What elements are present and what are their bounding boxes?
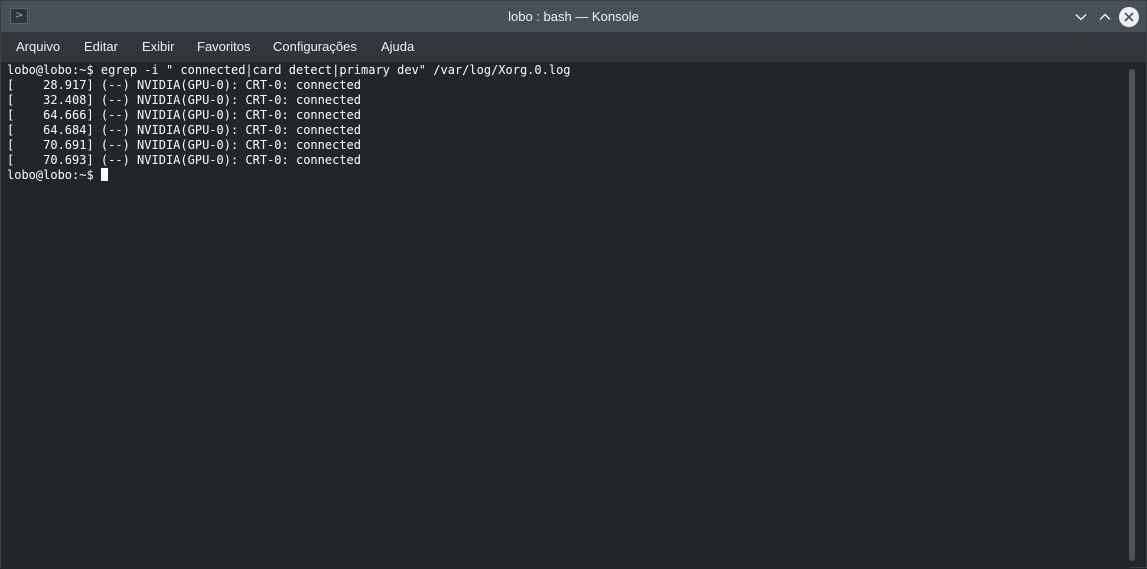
- menu-bar: Arquivo Editar Exibir Favoritos Configur…: [1, 32, 1146, 62]
- close-icon: [1124, 12, 1134, 22]
- menu-arquivo[interactable]: Arquivo: [10, 32, 66, 62]
- menu-editar[interactable]: Editar: [78, 32, 124, 62]
- terminal-prompt-line[interactable]: lobo@lobo:~$: [7, 168, 1130, 183]
- text-cursor: [100, 168, 108, 181]
- terminal-line: [ 32.408] (--) NVIDIA(GPU-0): CRT-0: con…: [7, 93, 362, 107]
- title-bar[interactable]: > lobo : bash — Konsole: [1, 1, 1146, 32]
- terminal-prompt: lobo@lobo:~$: [7, 168, 94, 182]
- terminal-line: lobo@lobo:~$ egrep -i " connected|card d…: [7, 63, 571, 77]
- chevron-up-icon: [1099, 13, 1111, 20]
- minimize-button[interactable]: [1071, 7, 1091, 27]
- terminal-line: [ 28.917] (--) NVIDIA(GPU-0): CRT-0: con…: [7, 78, 362, 92]
- window-title: lobo : bash — Konsole: [508, 9, 639, 24]
- menu-ajuda[interactable]: Ajuda: [375, 32, 420, 62]
- terminal-line: [ 64.684] (--) NVIDIA(GPU-0): CRT-0: con…: [7, 123, 362, 137]
- menu-configuracoes[interactable]: Configurações: [267, 32, 363, 62]
- terminal-output[interactable]: lobo@lobo:~$ egrep -i " connected|card d…: [1, 62, 1130, 569]
- terminal-scrollbar[interactable]: [1129, 69, 1135, 561]
- terminal-line: [ 70.691] (--) NVIDIA(GPU-0): CRT-0: con…: [7, 138, 362, 152]
- menu-favoritos[interactable]: Favoritos: [191, 32, 256, 62]
- close-button[interactable]: [1119, 7, 1139, 27]
- menu-exibir[interactable]: Exibir: [136, 32, 181, 62]
- chevron-down-icon: [1075, 14, 1087, 21]
- maximize-button[interactable]: [1095, 7, 1115, 27]
- terminal-line: [ 70.693] (--) NVIDIA(GPU-0): CRT-0: con…: [7, 153, 362, 167]
- konsole-window: > lobo : bash — Konsole Arquivo Editar E…: [0, 0, 1147, 569]
- terminal-line: [ 64.666] (--) NVIDIA(GPU-0): CRT-0: con…: [7, 108, 362, 122]
